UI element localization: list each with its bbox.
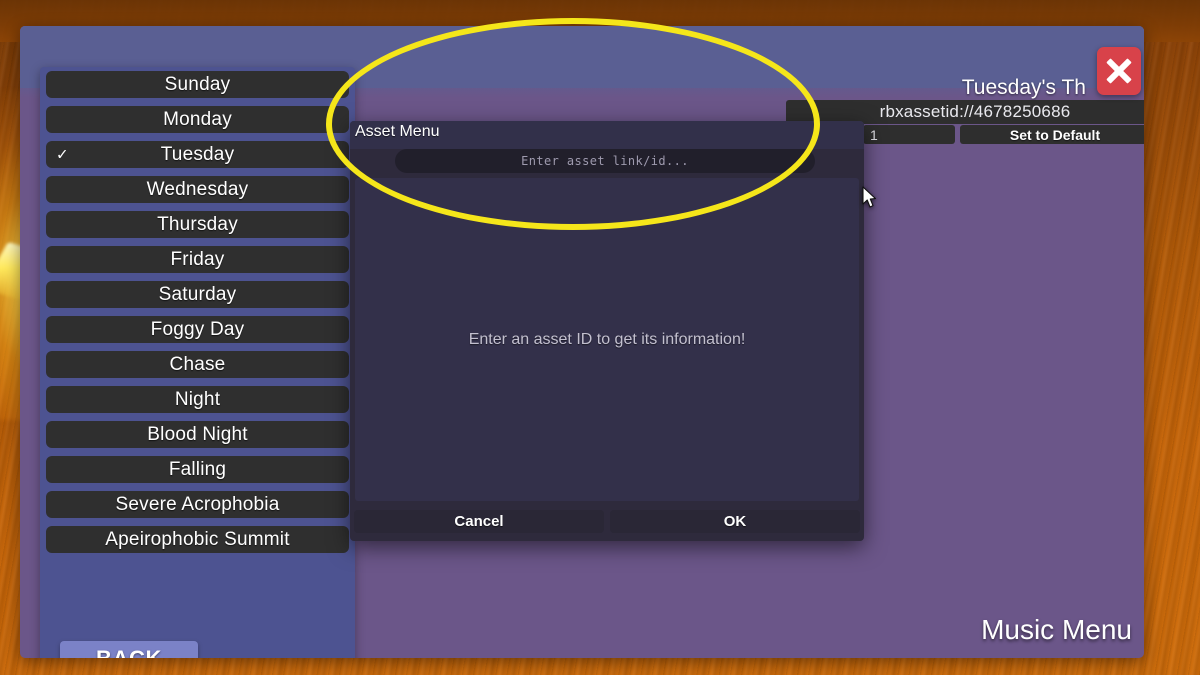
cancel-button[interactable]: Cancel (354, 509, 604, 533)
theme-list-item[interactable]: Friday (46, 246, 349, 273)
ok-button[interactable]: OK (610, 509, 860, 533)
theme-list-item[interactable]: Monday (46, 106, 349, 133)
asset-menu-header: Asset Menu (350, 121, 864, 149)
theme-list-item-label: Sunday (164, 73, 231, 95)
asset-id-value: rbxassetid://4678250686 (879, 102, 1071, 121)
theme-list-item-label: Friday (170, 248, 225, 270)
theme-list-item-label: Apeirophobic Summit (105, 528, 290, 550)
set-to-default-button[interactable]: Set to Default (960, 125, 1144, 144)
asset-menu-title: Asset Menu (355, 123, 440, 140)
theme-list: Sunday Monday ✓ Tuesday Wednesday Thursday Fri… (40, 67, 355, 561)
close-x-icon (1105, 57, 1133, 85)
theme-list-item[interactable]: Sunday (46, 71, 349, 98)
asset-menu-dialog: Asset Menu Enter asset link/id... Enter … (350, 121, 864, 541)
theme-list-item[interactable]: Severe Acrophobia (46, 491, 349, 518)
set-to-default-label: Set to Default (1009, 126, 1101, 143)
theme-list-item-label: Night (174, 388, 221, 410)
music-menu-window: Sunday Monday ✓ Tuesday Wednesday Thursday Fri… (20, 26, 1144, 658)
theme-list-item-label: Tuesday (160, 143, 235, 165)
cancel-button-label: Cancel (454, 512, 504, 530)
theme-list-item[interactable]: Thursday (46, 211, 349, 238)
theme-list-item[interactable]: Wednesday (46, 176, 349, 203)
theme-list-item[interactable]: ✓ Tuesday (46, 141, 349, 168)
check-icon: ✓ (56, 146, 69, 163)
game-screenshot: Sunday Monday ✓ Tuesday Wednesday Thursday Fri… (0, 0, 1200, 675)
current-theme-title: Tuesday's Th (961, 76, 1086, 99)
theme-list-item-label: Foggy Day (150, 318, 245, 340)
theme-list-item[interactable]: Blood Night (46, 421, 349, 448)
back-button-label: BACK (96, 646, 162, 658)
quantity-input[interactable]: 1 (863, 125, 955, 144)
music-menu-title: Music Menu (981, 614, 1132, 645)
theme-list-panel[interactable]: Sunday Monday ✓ Tuesday Wednesday Thursday Fri… (40, 67, 355, 658)
theme-list-item-label: Monday (163, 108, 232, 130)
asset-link-placeholder: Enter asset link/id... (521, 154, 689, 168)
asset-info-message: Enter an asset ID to get its information… (468, 330, 746, 348)
quantity-value: 1 (870, 126, 878, 143)
theme-list-item-label: Falling (168, 458, 227, 480)
back-button[interactable]: BACK (60, 641, 198, 658)
theme-list-item[interactable]: Chase (46, 351, 349, 378)
theme-list-item-label: Chase (169, 353, 226, 375)
ok-button-label: OK (723, 512, 747, 530)
close-button[interactable] (1097, 47, 1141, 95)
theme-list-item[interactable]: Saturday (46, 281, 349, 308)
theme-list-item-label: Severe Acrophobia (115, 493, 280, 515)
asset-link-input[interactable]: Enter asset link/id... (395, 149, 815, 173)
asset-menu-footer: Cancel OK (350, 505, 864, 541)
theme-list-item-label: Saturday (158, 283, 237, 305)
theme-list-item[interactable]: Foggy Day (46, 316, 349, 343)
theme-list-item-label: Blood Night (147, 423, 248, 445)
theme-list-item[interactable]: Falling (46, 456, 349, 483)
theme-list-item[interactable]: Night (46, 386, 349, 413)
theme-list-item-label: Thursday (157, 213, 238, 235)
theme-list-item[interactable]: Apeirophobic Summit (46, 526, 349, 553)
theme-list-item-label: Wednesday (146, 178, 249, 200)
asset-info-area: Enter an asset ID to get its information… (355, 178, 859, 501)
